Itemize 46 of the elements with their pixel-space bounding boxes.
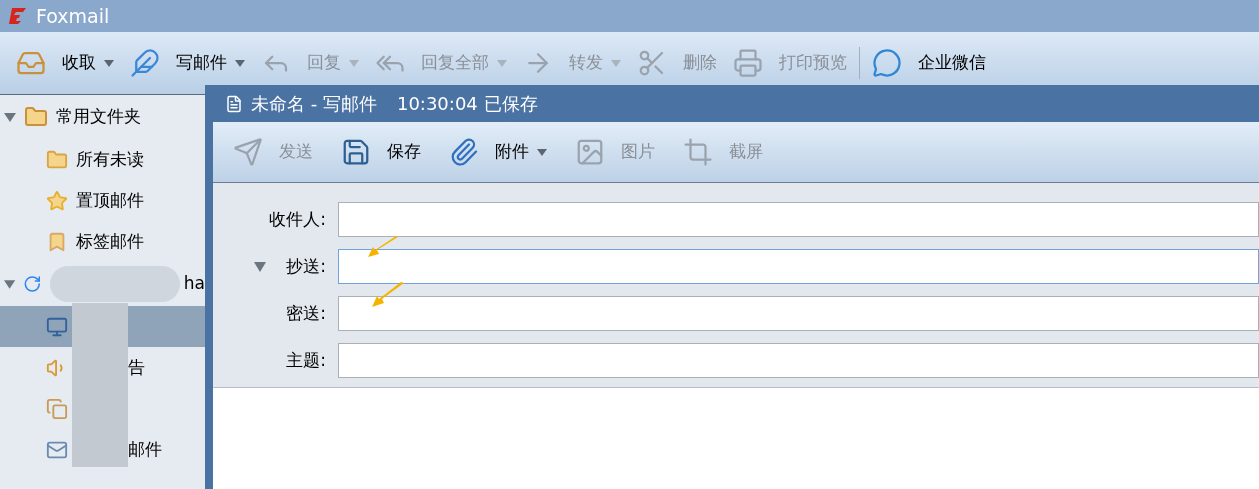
toolbar-button[interactable]: 写邮件 <box>122 43 253 83</box>
input-field[interactable] <box>338 296 1259 331</box>
folder-item[interactable]: 邮件 <box>0 429 205 470</box>
window-title: Foxmail <box>36 3 110 29</box>
folder-item[interactable]: 置顶邮件 <box>0 180 205 221</box>
printer-icon <box>733 48 763 78</box>
feather-icon <box>130 48 160 78</box>
monitor-icon <box>46 315 68 338</box>
paperclip-icon <box>449 137 479 167</box>
input-field[interactable] <box>338 202 1259 237</box>
compose-title: 未命名 - 写邮件 <box>251 92 377 116</box>
folder-item[interactable]: 所有未读 <box>0 139 205 180</box>
toolbar-button[interactable]: 保存 <box>333 132 429 172</box>
toolbar-button[interactable]: 收取 <box>8 43 122 83</box>
folder-label: ha <box>183 272 205 296</box>
folder-item[interactable]: 标签邮件 <box>0 221 205 262</box>
field-label: 抄送: <box>286 254 326 278</box>
expander-icon <box>4 278 16 290</box>
folder-icon <box>24 105 48 129</box>
folder-group[interactable]: 常用文件夹 <box>0 95 205 139</box>
saved-status: 10:30:04 已保存 <box>396 92 538 116</box>
folder-item[interactable]: 告 <box>0 347 205 388</box>
field-label: 密送: <box>286 301 326 325</box>
expander-icon <box>4 111 16 123</box>
annotation-arrow <box>368 236 398 258</box>
send-icon <box>233 137 263 167</box>
blur-mosaic <box>72 425 128 467</box>
folder-icon <box>46 148 68 171</box>
input-field[interactable] <box>338 343 1259 378</box>
folder-item[interactable] <box>0 306 205 347</box>
crop-icon <box>683 137 713 167</box>
image-icon <box>575 137 605 167</box>
folder-group[interactable]: ha <box>0 262 205 306</box>
toolbar-button[interactable]: 附件 <box>441 132 555 172</box>
input-field[interactable] <box>338 249 1259 284</box>
annotation-arrow <box>372 282 404 307</box>
folder-label: 常用文件夹 <box>56 105 141 129</box>
field-label: 主题: <box>286 348 326 372</box>
field-label: 收件人: <box>269 207 326 231</box>
documents-icon <box>46 397 68 420</box>
toolbar-button[interactable]: 企业微信 <box>864 43 994 83</box>
save-icon <box>341 137 371 167</box>
chat-bubble-icon <box>872 48 902 78</box>
logo-icon <box>8 7 28 25</box>
document-icon <box>225 94 243 113</box>
star-icon <box>46 189 68 212</box>
